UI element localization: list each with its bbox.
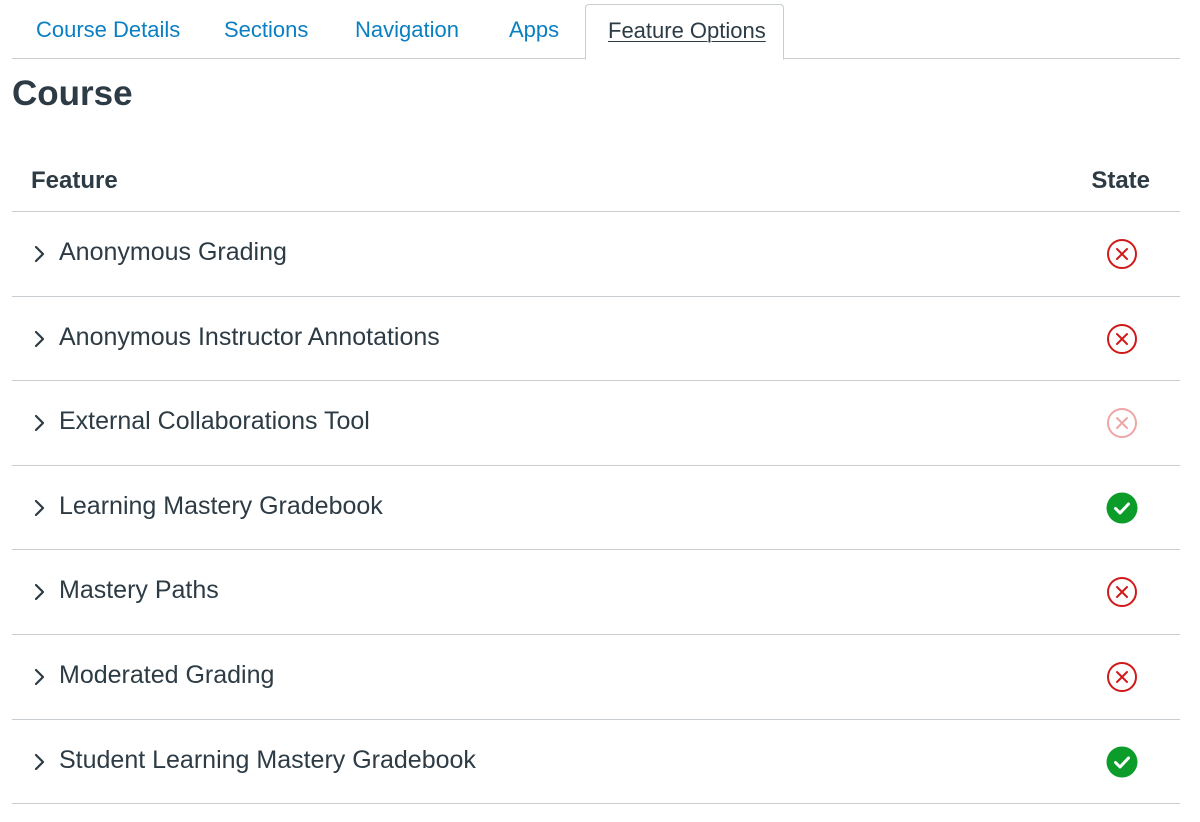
- feature-name: Anonymous Grading: [59, 238, 287, 266]
- chevron-right-icon[interactable]: [30, 582, 50, 602]
- x-circle-icon: [1106, 407, 1138, 439]
- chevron-right-icon[interactable]: [30, 752, 50, 772]
- tab-feature-options[interactable]: Feature Options: [585, 4, 784, 60]
- table-header: Feature State: [12, 150, 1180, 212]
- page-title: Course: [12, 74, 133, 113]
- tab-course-details[interactable]: Course Details: [36, 4, 180, 59]
- feature-name: External Collaborations Tool: [59, 407, 370, 436]
- table-row[interactable]: Anonymous Instructor Annotations: [12, 297, 1180, 382]
- chevron-right-icon[interactable]: [30, 244, 50, 264]
- table-row[interactable]: Moderated Grading: [12, 635, 1180, 720]
- feature-name: Moderated Grading: [59, 660, 275, 689]
- table-row[interactable]: Mastery Paths: [12, 550, 1180, 635]
- tab-bar: Course Details Sections Navigation Apps …: [12, 0, 1180, 60]
- tab-navigation[interactable]: Navigation: [355, 4, 459, 59]
- column-header-feature: Feature: [31, 167, 118, 194]
- x-circle-icon[interactable]: [1106, 323, 1138, 355]
- feature-name: Learning Mastery Gradebook: [59, 491, 383, 520]
- table-row[interactable]: Anonymous Grading: [12, 212, 1180, 297]
- chevron-right-icon[interactable]: [30, 329, 50, 349]
- tab-sections[interactable]: Sections: [224, 4, 308, 59]
- table-row[interactable]: External Collaborations Tool: [12, 381, 1180, 466]
- feature-name: Student Learning Mastery Gradebook: [59, 745, 476, 774]
- chevron-right-icon[interactable]: [30, 667, 50, 687]
- x-circle-icon[interactable]: [1106, 576, 1138, 608]
- tab-apps[interactable]: Apps: [509, 4, 559, 59]
- chevron-right-icon[interactable]: [30, 413, 50, 433]
- x-circle-icon[interactable]: [1106, 238, 1138, 270]
- feature-name: Mastery Paths: [59, 576, 219, 605]
- table-row[interactable]: Student Learning Mastery Gradebook: [12, 720, 1180, 805]
- check-circle-icon[interactable]: [1106, 746, 1138, 778]
- feature-name: Anonymous Instructor Annotations: [59, 322, 440, 351]
- table-body: Anonymous Grading Anonymous Instructor An…: [12, 212, 1180, 805]
- x-circle-icon[interactable]: [1106, 661, 1138, 693]
- check-circle-icon[interactable]: [1106, 492, 1138, 524]
- chevron-right-icon[interactable]: [30, 498, 50, 518]
- table-row[interactable]: Learning Mastery Gradebook: [12, 466, 1180, 551]
- feature-table: Feature State Anonymous Grading Anonymous…: [12, 150, 1180, 805]
- column-header-state: State: [1091, 167, 1150, 194]
